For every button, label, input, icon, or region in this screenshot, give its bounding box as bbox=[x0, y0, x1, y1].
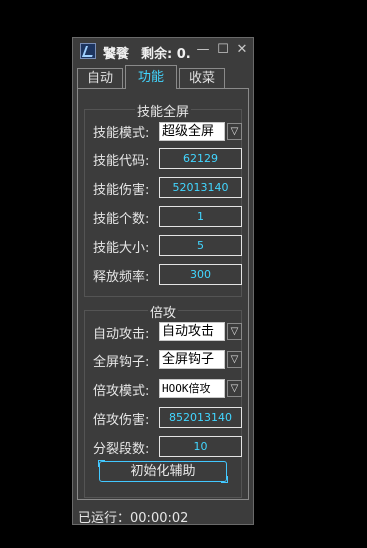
app-window: 饕餮 剩余: 0... — ☐ ✕ 自动 功能 收菜 技能全屏 技能模式: 超级… bbox=[72, 37, 254, 526]
split-count-input[interactable]: 10 bbox=[159, 436, 242, 457]
group-title-attack: 倍攻 bbox=[147, 306, 178, 321]
function-panel: 技能全屏 技能模式: 超级全屏 ▽ 技能代码: 62129 技能伤害: 5201… bbox=[77, 88, 249, 500]
skill-code-label: 技能代码: bbox=[93, 154, 150, 169]
release-frequency-label: 释放频率: bbox=[93, 270, 150, 285]
split-count-label: 分裂段数: bbox=[93, 442, 150, 457]
title-bar[interactable]: 饕餮 剩余: 0... — ☐ ✕ bbox=[73, 38, 253, 64]
chevron-down-icon[interactable]: ▽ bbox=[227, 380, 242, 397]
skill-mode-select[interactable]: 超级全屏 ▽ bbox=[159, 122, 243, 141]
attack-mode-value[interactable]: HOOK倍攻 bbox=[159, 379, 225, 398]
tab-auto[interactable]: 自动 bbox=[77, 68, 123, 88]
window-title: 饕餮 bbox=[103, 47, 130, 62]
attack-damage-label: 倍攻伤害: bbox=[93, 413, 150, 428]
skill-count-input[interactable]: 1 bbox=[159, 206, 242, 227]
tab-harvest[interactable]: 收菜 bbox=[179, 68, 225, 88]
tab-bar: 自动 功能 收菜 bbox=[73, 65, 253, 90]
chevron-down-icon[interactable]: ▽ bbox=[227, 351, 242, 368]
running-label: 已运行： bbox=[78, 511, 131, 526]
init-assist-button[interactable]: 初始化辅助 bbox=[98, 460, 228, 483]
minimize-button[interactable]: — bbox=[195, 42, 211, 58]
auto-attack-select[interactable]: 自动攻击 ▽ bbox=[159, 322, 243, 341]
tab-function[interactable]: 功能 bbox=[125, 65, 177, 89]
attack-damage-input[interactable]: 852013140 bbox=[159, 407, 242, 428]
fullscreen-hook-select[interactable]: 全屏钩子 ▽ bbox=[159, 350, 243, 369]
skill-mode-value[interactable]: 超级全屏 bbox=[159, 122, 225, 141]
remaining-time: 剩余: 0... bbox=[141, 47, 191, 62]
skill-fullscreen-group: 技能全屏 技能模式: 超级全屏 ▽ 技能代码: 62129 技能伤害: 5201… bbox=[84, 105, 243, 297]
release-frequency-input[interactable]: 300 bbox=[159, 264, 242, 285]
chevron-down-icon[interactable]: ▽ bbox=[227, 323, 242, 340]
auto-attack-value[interactable]: 自动攻击 bbox=[159, 322, 225, 341]
attack-mode-select[interactable]: HOOK倍攻 ▽ bbox=[159, 379, 243, 398]
skill-code-input[interactable]: 62129 bbox=[159, 148, 242, 169]
close-button[interactable]: ✕ bbox=[234, 42, 250, 58]
skill-count-label: 技能个数: bbox=[93, 212, 150, 227]
skill-size-label: 技能大小: bbox=[93, 241, 150, 256]
attack-mode-label: 倍攻模式: bbox=[93, 384, 150, 399]
skill-damage-label: 技能伤害: bbox=[93, 183, 150, 198]
fullscreen-hook-value[interactable]: 全屏钩子 bbox=[159, 350, 225, 369]
fullscreen-hook-label: 全屏钩子: bbox=[93, 355, 150, 370]
status-bar: 已运行：00:00:02 bbox=[78, 507, 188, 526]
auto-attack-label: 自动攻击: bbox=[93, 327, 150, 342]
restore-button[interactable]: ☐ bbox=[215, 42, 231, 58]
skill-size-input[interactable]: 5 bbox=[159, 235, 242, 256]
skill-mode-label: 技能模式: bbox=[93, 126, 150, 141]
group-title-skill: 技能全屏 bbox=[134, 105, 191, 120]
desktop: { "window": { "title": "饕餮", "remaining"… bbox=[0, 0, 367, 548]
chevron-down-icon[interactable]: ▽ bbox=[227, 123, 242, 140]
running-time: 00:00:02 bbox=[130, 511, 189, 526]
skill-damage-input[interactable]: 52013140 bbox=[159, 177, 242, 198]
app-logo-icon bbox=[80, 43, 96, 59]
